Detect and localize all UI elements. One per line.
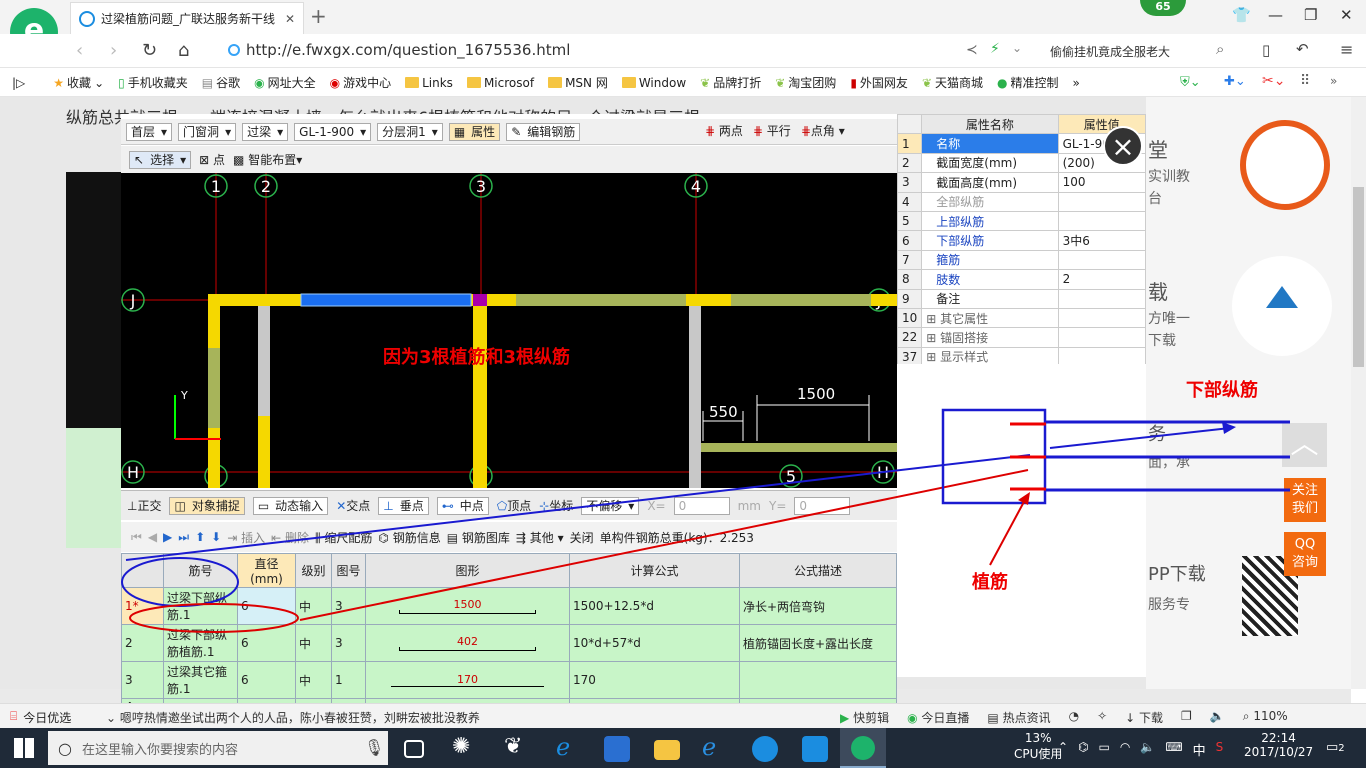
download-icon: ↓ <box>1125 711 1136 725</box>
blue-arrow-line <box>125 454 1031 561</box>
gcw-icon[interactable] <box>752 736 778 762</box>
task-view-icon[interactable] <box>404 740 424 758</box>
today-picks[interactable]: ⌸ 今日优选 <box>10 709 71 726</box>
keyboard-icon[interactable]: ⌨ <box>1165 740 1182 759</box>
start-icon[interactable] <box>14 738 34 758</box>
edge-icon[interactable]: ℯ <box>556 733 570 761</box>
blue-pointer <box>1049 427 1231 449</box>
system-tray: ⌃ ⌬ ▭ ◠ 🔈 ⌨ 中 S <box>1058 740 1223 759</box>
display-icon[interactable]: ▭ <box>1099 740 1110 759</box>
download-button[interactable]: ↓ 下载 <box>1125 709 1163 726</box>
search-icon: ○ <box>58 738 72 758</box>
red-pointer <box>989 497 1027 566</box>
clean-icon[interactable]: ✧ <box>1097 709 1107 726</box>
label-plant-rebar: 植筋 <box>972 571 1008 593</box>
label-bottom-rebar: 下部纵筋 <box>1186 379 1258 401</box>
gift-icon: ⌸ <box>10 709 18 723</box>
speed-icon[interactable]: ◔ <box>1069 709 1079 726</box>
network-icon[interactable]: ⌬ <box>1078 740 1088 759</box>
hot-news-button[interactable]: ▤ 热点资讯 <box>987 709 1050 726</box>
live-icon: ◉ <box>907 711 918 725</box>
annotation-overlay: 下部纵筋 植筋 <box>121 379 1290 633</box>
zoom-icon[interactable]: ⌕ 110% <box>1243 709 1288 726</box>
store-icon[interactable] <box>604 736 630 762</box>
volume-icon[interactable]: 🔈 <box>1140 740 1155 759</box>
sogou-icon[interactable]: S <box>1216 740 1224 759</box>
play-icon: ▶ <box>840 711 850 725</box>
wifi-icon[interactable]: ◠ <box>1120 740 1130 759</box>
quick-edit-button[interactable]: ▶ 快剪辑 <box>840 709 889 726</box>
red-arrow-line <box>299 469 1029 621</box>
pinwheel-app-icon[interactable]: ✺ <box>452 734 470 759</box>
clock[interactable]: 22:14 2017/10/27 <box>1244 731 1313 759</box>
tool-icon[interactable] <box>802 736 828 762</box>
active-browser-task[interactable] <box>840 728 886 768</box>
taskbar-search-input[interactable]: ○ 在这里输入你要搜索的内容 <box>48 731 388 765</box>
ie-icon[interactable]: ℯ <box>702 733 716 761</box>
status-links: ▶ 快剪辑 ◉ 今日直播 ▤ 热点资讯 ◔ ✧ ↓ 下载 ❐ 🔈 ⌕ 110% <box>840 709 1288 726</box>
blue-ellipse <box>121 557 239 607</box>
red-ellipse <box>129 603 299 633</box>
tray-up-icon[interactable]: ⌃ <box>1058 740 1068 759</box>
window-icon[interactable]: ❐ <box>1181 709 1192 726</box>
cpu-monitor[interactable]: 13% CPU使用 <box>1014 731 1062 762</box>
chevron-down-icon: ⌄ <box>106 711 117 725</box>
ime-indicator[interactable]: 中 <box>1193 740 1206 759</box>
app-icon[interactable]: ❦ <box>504 734 522 759</box>
news-icon: ▤ <box>987 711 999 725</box>
notification-center[interactable]: ▭2 <box>1326 740 1345 755</box>
explorer-icon[interactable] <box>654 740 680 760</box>
live-button[interactable]: ◉ 今日直播 <box>907 709 969 726</box>
mic-icon[interactable]: 🎙 <box>364 738 384 757</box>
news-ticker[interactable]: ⌄ 嗯哼热情邀坐试出两个人的人品，陈小春被狂赞，刘畊宏被批没教养 <box>106 709 480 726</box>
mute-icon[interactable]: 🔈 <box>1210 709 1225 726</box>
arrow-head-icon <box>1222 422 1236 434</box>
